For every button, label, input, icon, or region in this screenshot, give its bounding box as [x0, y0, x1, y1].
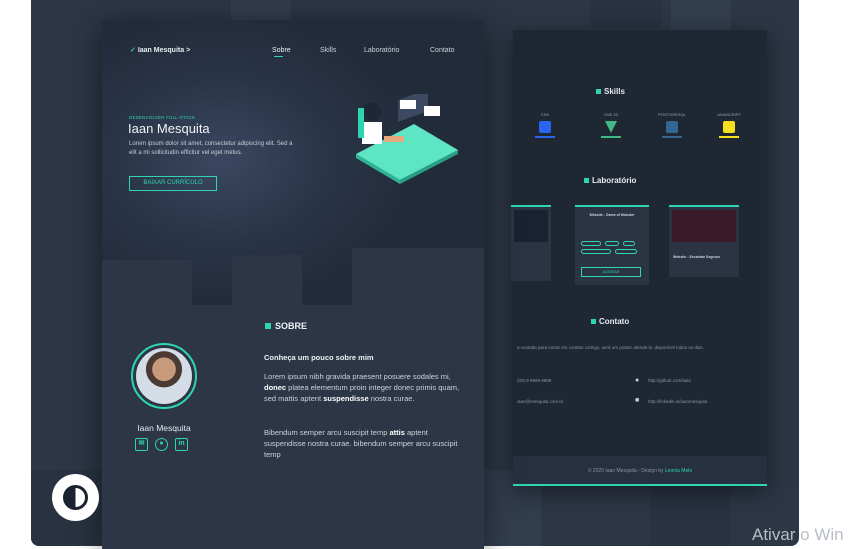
square-icon	[265, 323, 271, 329]
project-thumbnail	[514, 210, 548, 242]
contact-email[interactable]: iaan@mesquita.com.br	[517, 399, 563, 404]
mosaic-tile	[591, 0, 661, 28]
linkedin-icon: ■	[635, 397, 640, 404]
square-icon	[596, 89, 601, 94]
developer-illustration	[356, 94, 458, 184]
page-preview-back: Skills CSS VUE.JS POSTGRESQL JAVASCRIPT …	[511, 30, 767, 486]
vue-icon	[605, 121, 617, 133]
hero-description: Lorem ipsum dolor sit amet, consectetur …	[129, 141, 293, 156]
skill-bar	[662, 136, 682, 138]
page-preview-front: ✓ Iaan Mesquita > Sobre Skills Laboratór…	[102, 20, 484, 549]
project-thumbnail	[672, 210, 736, 242]
logo-text: Iaan Mesquita >	[137, 47, 191, 54]
contact-github[interactable]: http://github.com/iaan	[648, 378, 691, 383]
contact-intro: a vontade para entrar em contato comigo,…	[517, 345, 704, 350]
about-subheading: Conheça um pouco sobre mim	[264, 353, 374, 362]
github-icon: ●	[635, 377, 640, 384]
javascript-icon	[723, 121, 735, 133]
contact-phone[interactable]: (00) 9 9999 9999	[517, 378, 551, 383]
skill-name: CSS	[540, 112, 550, 117]
text-bold: suspendisse	[323, 394, 369, 403]
text-run: Lorem ipsum nibh gravida praesent posuer…	[264, 372, 451, 381]
text-bold: donec	[264, 383, 287, 392]
lab-card[interactable]: Website - Escarlate Seguros	[669, 205, 739, 277]
tag	[623, 241, 635, 246]
mosaic-tile	[231, 0, 291, 22]
avatar-photo	[136, 348, 192, 404]
tag	[605, 241, 619, 246]
skill-item: JAVASCRIPT	[715, 112, 743, 138]
footer: © 2020 Iaan Mesquita - Design by Leonia …	[513, 456, 767, 486]
contact-heading: Contato	[591, 317, 629, 326]
about-paragraph-2: Bibendum semper arcu suscipit temp attis…	[264, 427, 464, 460]
skill-bar	[719, 136, 739, 138]
mail-icon[interactable]: ✉	[135, 438, 148, 451]
contact-title: Contato	[599, 317, 630, 326]
skills-heading: Skills	[596, 87, 625, 96]
nav-active-indicator	[274, 56, 283, 57]
nav-skills[interactable]: Skills	[320, 47, 336, 54]
contact-linkedin[interactable]: http://linkedin.in/iaanmesquita	[648, 399, 707, 404]
tag	[581, 241, 601, 246]
tag	[615, 249, 637, 254]
skills-title: Skills	[604, 87, 625, 96]
postgresql-icon	[666, 121, 678, 133]
nav-sobre[interactable]: Sobre	[272, 47, 291, 54]
site-logo[interactable]: ✓ Iaan Mesquita >	[130, 46, 190, 54]
linkedin-icon[interactable]: in	[175, 438, 188, 451]
mosaic-tile	[352, 248, 484, 305]
nav-laboratorio[interactable]: Laboratório	[364, 47, 399, 54]
github-icon[interactable]: ●	[155, 438, 168, 451]
skill-item: POSTGRESQL	[658, 112, 686, 138]
about-paragraph-1: Lorem ipsum nibh gravida praesent posuer…	[264, 371, 464, 404]
skill-name: POSTGRESQL	[658, 112, 686, 117]
card-title: Website - Game of Monster	[589, 213, 635, 217]
skill-name: VUE.JS	[603, 112, 618, 117]
css-icon	[539, 121, 551, 133]
text-bold: attis	[389, 428, 405, 437]
mosaic-tile	[232, 255, 302, 305]
hero-eyebrow: DESENVOLVER FULL-STACK	[129, 115, 196, 120]
skill-item: CSS	[531, 112, 559, 138]
avatar	[131, 343, 197, 409]
footer-designer-link[interactable]: Leonia Melo	[665, 468, 692, 474]
activation-watermark: Ativar o Win	[752, 525, 844, 544]
text-run: Bibendum semper arcu suscipit temp	[264, 428, 390, 437]
square-icon	[591, 319, 596, 324]
skill-item: VUE.JS	[597, 112, 625, 138]
skill-bar	[535, 136, 555, 138]
tag	[581, 249, 611, 254]
about-title: SOBRE	[275, 321, 308, 331]
mosaic-tile	[102, 260, 192, 305]
card-title: Website - Escarlate Seguros	[673, 255, 721, 259]
mosaic-tile	[651, 480, 731, 546]
lab-title: Laboratório	[592, 176, 637, 185]
skill-name: JAVASCRIPT	[716, 112, 742, 117]
skill-bar	[601, 136, 621, 138]
lab-heading: Laboratório	[584, 176, 636, 185]
lab-card[interactable]	[511, 205, 551, 281]
access-button[interactable]: ACESSAR	[581, 267, 641, 277]
lab-card[interactable]: Website - Game of Monster ACESSAR	[575, 205, 649, 285]
contrast-icon	[63, 485, 88, 510]
hero-name: Iaan Mesquita	[128, 121, 210, 136]
about-heading: SOBRE	[265, 321, 307, 331]
theme-toggle-button[interactable]	[52, 474, 99, 521]
social-links: ✉ ● in	[135, 438, 188, 451]
square-icon	[584, 178, 589, 183]
text-run: nostra curae.	[368, 394, 415, 403]
nav-contato[interactable]: Contato	[430, 47, 455, 54]
download-cv-button[interactable]: BAIXAR CURRÍCULO	[129, 176, 217, 191]
footer-text: © 2020 Iaan Mesquita - Design by	[587, 468, 665, 474]
check-icon: ✓	[130, 47, 136, 54]
profile-name: Iaan Mesquita	[137, 423, 191, 433]
